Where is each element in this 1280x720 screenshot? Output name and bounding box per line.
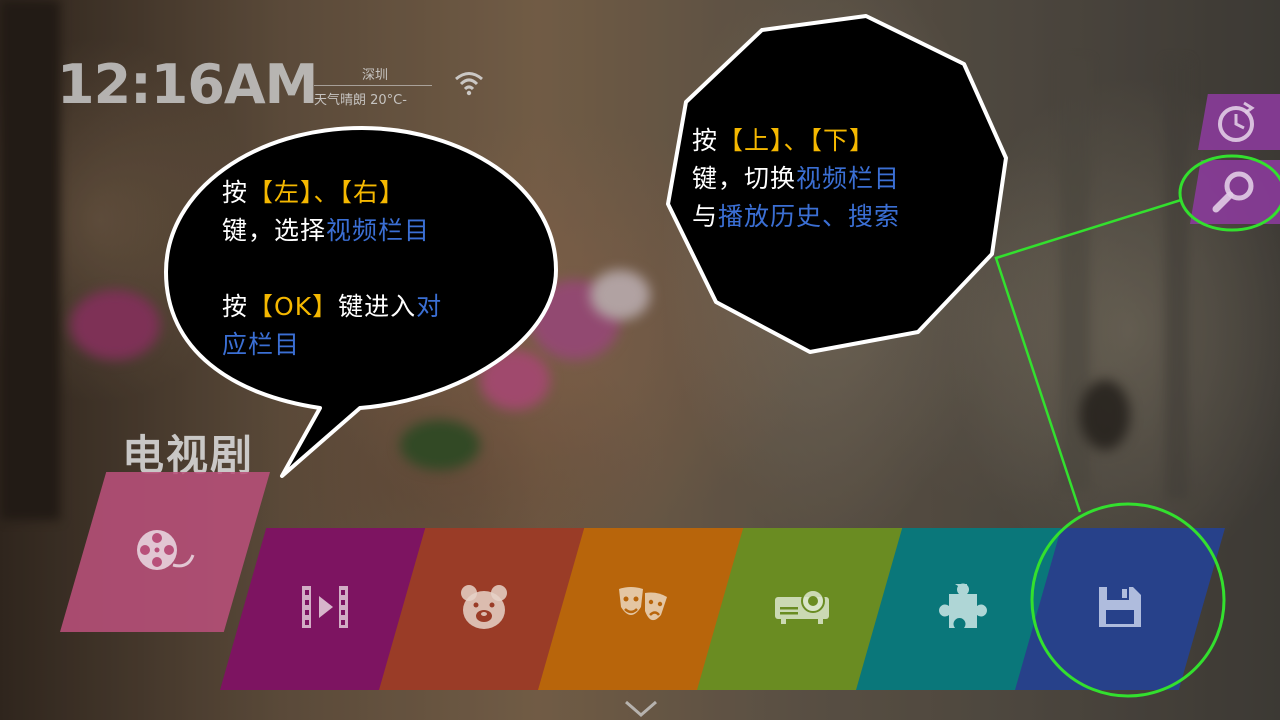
highlight-ring-search [1178,154,1280,232]
highlight-connector [994,198,1182,513]
highlight-ring-local [1030,502,1226,698]
launcher-screen: 12:16AM 深圳 天气晴朗 20°C- 电视剧 按【左】、【右】 键，选择视… [0,0,1280,720]
tip-text-right: 按【上】、【下】 键，切换视频栏目 与播放历史、搜索 [692,126,901,231]
tip-text-left: 按【左】、【右】 键，选择视频栏目 按【OK】键进入对 应栏目 [222,178,443,359]
tutorial-overlay [164,14,1280,698]
